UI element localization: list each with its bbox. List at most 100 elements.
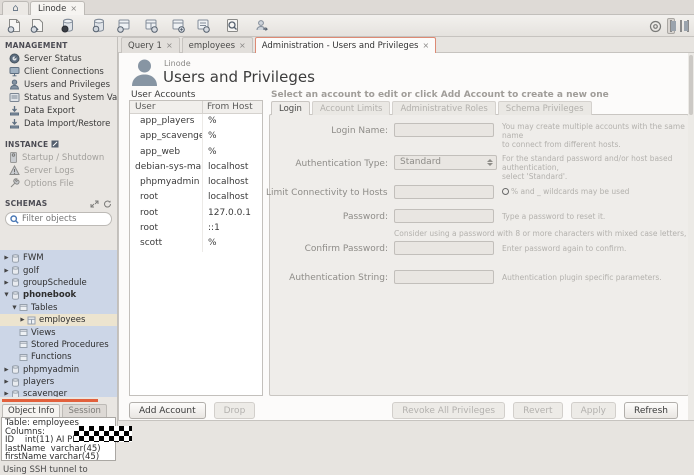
toggle-secondary-sidebar-icon[interactable] [687,21,689,31]
table-header: User From Host [130,101,262,114]
revert-button[interactable]: Revert [513,402,562,419]
sidebar-item-users-privileges[interactable]: Users and Privileges [0,78,117,91]
refresh-schemas-icon[interactable] [103,200,112,208]
confirm-password-hint: Enter password again to confirm. [502,244,626,253]
new-query-tab-icon[interactable] [5,17,24,34]
sidebar-item-data-export[interactable]: Data Export [0,104,117,117]
schema-filter-input[interactable] [22,214,104,224]
tab-query-1[interactable]: Query 1× [121,37,180,53]
tab-object-info[interactable]: Object Info [2,404,60,417]
tab-administrative-roles[interactable]: Administrative Roles [392,101,495,115]
table-row[interactable]: phpmyadminlocalhost [130,175,262,190]
schema-tree: ▶FWM ▶golf ▶groupSchedule ▼phonebook ▼Ta… [0,250,117,397]
home-tab[interactable]: ⌂ [2,1,29,15]
auth-type-select[interactable]: Standard [394,155,497,170]
folder-icon [19,303,28,312]
confirm-password-input[interactable] [394,241,494,255]
sidebar-item-startup-shutdown[interactable]: Startup / Shutdown [0,151,117,164]
sidebar-item-server-status[interactable]: Server Status [0,52,117,65]
close-icon[interactable]: × [166,41,173,50]
table-row[interactable]: app_scavenger% [130,129,262,144]
create-procedure-icon[interactable] [193,17,212,34]
vertical-scrollbar[interactable] [688,53,694,420]
chevron-updown-icon [485,157,494,168]
toggle-output-icon[interactable] [680,21,682,31]
account-prompt: Select an account to edit or click Add A… [271,90,609,100]
user-config-icon[interactable] [252,17,271,34]
table-row[interactable]: debian-sys-maintlocalhost [130,160,262,175]
table-row[interactable]: scott% [130,236,262,251]
tab-schema-privileges[interactable]: Schema Privileges [498,101,592,115]
tree-item-schema[interactable]: ▶golf [0,264,117,276]
search-data-icon[interactable] [223,17,242,34]
table-row[interactable]: app_web% [130,145,262,160]
create-table-icon[interactable] [141,17,160,34]
column-header-from-host[interactable]: From Host [202,101,262,113]
login-name-input[interactable] [394,123,494,137]
instance-section-header: INSTANCE [0,136,117,151]
tree-item-schema[interactable]: ▶FWM [0,252,117,264]
add-account-button[interactable]: Add Account [129,402,206,419]
connection-tab[interactable]: Linode × [30,1,85,15]
sidebar-item-status-variables[interactable]: Status and System Variables [0,91,117,104]
monitor-icon [9,66,20,77]
redacted-host [74,426,132,442]
apply-button[interactable]: Apply [571,402,616,419]
tree-item-views-folder[interactable]: Views [0,326,117,338]
power-icon [9,152,18,163]
schema-icon [11,278,20,287]
tree-item-functions-folder[interactable]: Functions [0,351,117,363]
user-accounts-table: User From Host app_players% app_scavenge… [129,100,263,396]
tree-item-schema-phonebook[interactable]: ▼phonebook [0,289,117,301]
tree-item-schema[interactable]: ▶players [0,376,117,388]
tab-account-limits[interactable]: Account Limits [312,101,391,115]
admin-users-panel: Linode Users and Privileges User Account… [118,52,694,421]
limit-hosts-hint: % and _ wildcards may be used [502,187,629,196]
close-icon[interactable]: × [70,4,77,13]
management-section-header: MANAGEMENT [0,37,117,52]
sidebar-item-data-import[interactable]: Data Import/Restore [0,117,117,130]
tree-item-schema[interactable]: ▶scavenger [0,388,117,397]
collapse-all-icon[interactable] [90,200,99,208]
tree-item-stored-procedures-folder[interactable]: Stored Procedures [0,339,117,351]
tree-item-table-employees[interactable]: ▶employees [0,314,117,326]
object-info-line: firstName varchar(45) [5,453,112,461]
drop-button[interactable]: Drop [214,402,256,419]
tab-employees[interactable]: employees× [182,37,253,53]
tree-item-schema[interactable]: ▶phpmyadmin [0,364,117,376]
login-form-panel: Login Name: You may create multiple acco… [269,114,689,396]
tree-item-schema[interactable]: ▶groupSchedule [0,277,117,289]
db-status-icon[interactable] [58,17,77,34]
db-connect-icon[interactable] [89,17,108,34]
tab-session[interactable]: Session [62,404,106,417]
create-view-icon[interactable] [168,17,187,34]
table-row[interactable]: app_players% [130,114,262,129]
create-schema-icon[interactable] [114,17,133,34]
close-icon[interactable]: × [239,41,246,50]
tree-item-tables-folder[interactable]: ▼Tables [0,302,117,314]
dashboard-icon[interactable] [649,20,662,33]
close-icon[interactable]: × [423,41,430,50]
tab-login[interactable]: Login [271,101,310,115]
column-header-user[interactable]: User [130,101,202,113]
sidebar-item-server-logs[interactable]: Server Logs [0,164,117,177]
open-sql-script-icon[interactable] [28,17,47,34]
revoke-all-privileges-button[interactable]: Revoke All Privileges [392,402,505,419]
main-toolbar [0,15,694,37]
schema-icon [11,365,20,374]
schema-icon [11,266,20,275]
folder-icon [19,328,28,337]
tab-administration-users-privileges[interactable]: Administration - Users and Privileges× [255,37,436,53]
password-input[interactable] [394,209,494,223]
table-row[interactable]: root127.0.0.1 [130,206,262,221]
refresh-button[interactable]: Refresh [624,402,678,419]
table-row[interactable]: root::1 [130,221,262,236]
page-title: Users and Privileges [163,68,315,86]
sidebar-item-client-connections[interactable]: Client Connections [0,65,117,78]
sidebar-item-options-file[interactable]: Options File [0,177,117,190]
sidebar: MANAGEMENT Server Status Client Connecti… [0,37,118,443]
table-row[interactable]: rootlocalhost [130,190,262,205]
limit-hosts-input[interactable] [394,185,494,199]
toggle-sidebar-icon[interactable] [667,18,675,34]
auth-string-input[interactable] [394,270,494,284]
